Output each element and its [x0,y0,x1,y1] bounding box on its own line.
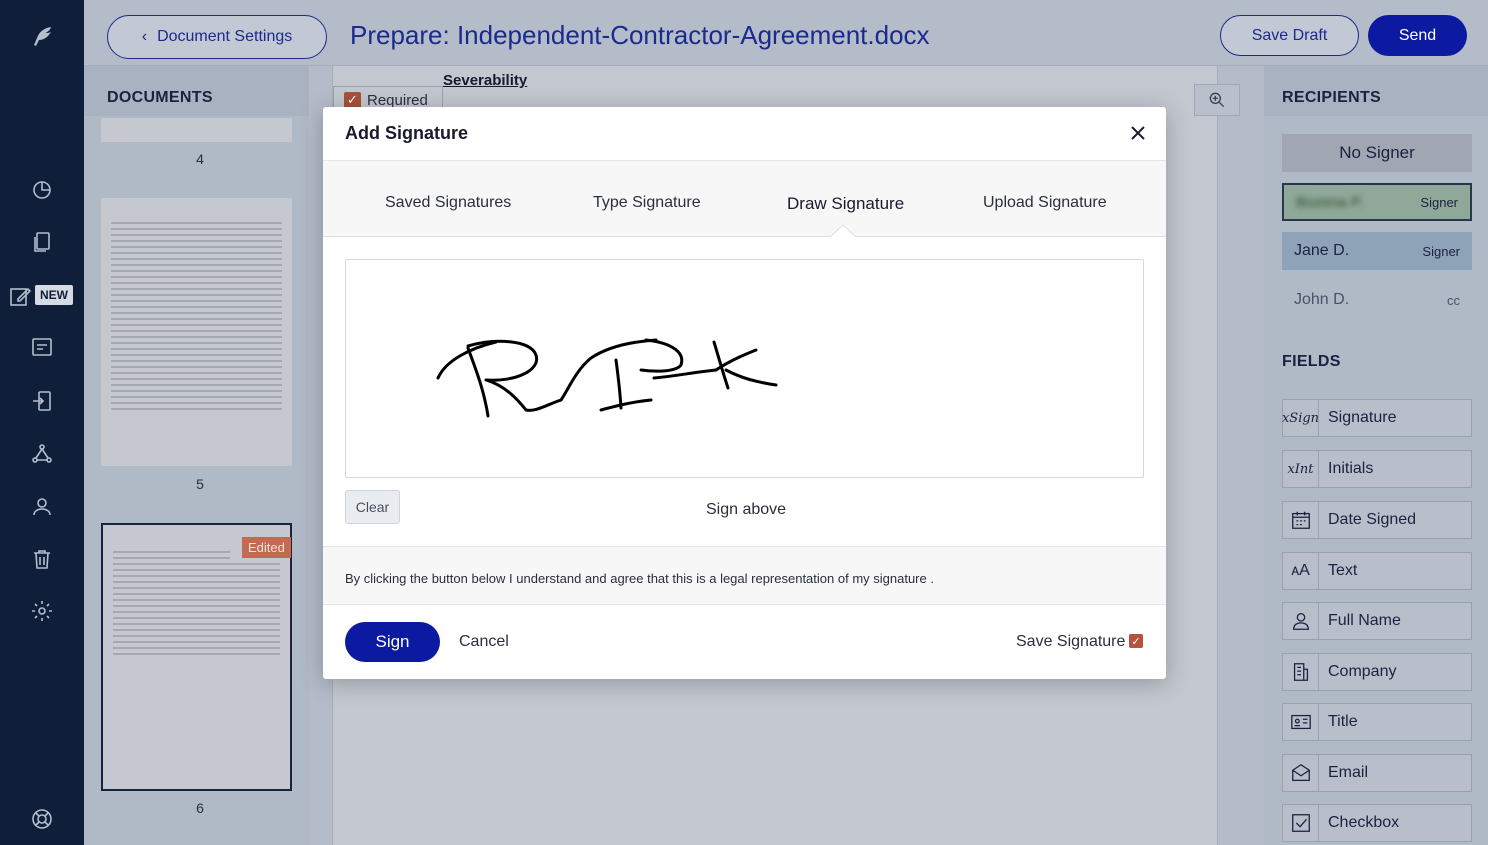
field-signature[interactable]: xSign Signature [1282,399,1472,437]
id-card-icon [1283,704,1319,740]
page-thumbnail-6[interactable]: Edited [101,523,292,791]
tab-upload-signature[interactable]: Upload Signature [983,194,1107,212]
page-title: Prepare: Independent-Contractor-Agreemen… [350,20,930,50]
field-checkbox[interactable]: Checkbox [1282,804,1472,842]
recipient-name: Bozena P. [1296,193,1364,211]
new-badge: NEW [35,285,73,305]
zoom-in-icon [1209,92,1225,108]
sign-button[interactable]: Sign [345,622,440,662]
building-icon [1283,654,1319,690]
modal-title: Add Signature [345,123,469,143]
add-signature-modal: Add Signature Saved Signatures Type Sign… [323,107,1166,679]
drawn-signature [436,338,778,418]
recipient-item[interactable]: Bozena P. Signer [1282,183,1472,221]
save-draft-button[interactable]: Save Draft [1220,15,1359,56]
recipient-item[interactable]: John D. cc [1282,281,1472,319]
legal-notice: By clicking the button below I understan… [323,546,1166,605]
clear-button[interactable]: Clear [345,490,400,524]
tab-draw-signature[interactable]: Draw Signature [787,194,904,214]
templates-icon[interactable] [28,333,56,361]
page-number: 4 [196,151,204,167]
recipient-name: John D. [1294,291,1350,308]
field-label: Checkbox [1328,814,1400,831]
contacts-icon[interactable] [28,493,56,521]
edited-badge: Edited [242,537,291,558]
trash-icon[interactable] [28,545,56,573]
document-settings-label: Document Settings [157,28,293,45]
send-button[interactable]: Send [1368,15,1467,56]
person-icon [1283,603,1319,639]
tab-saved-signatures[interactable]: Saved Signatures [385,194,511,212]
documents-icon[interactable] [28,228,56,256]
page-thumbnail-4[interactable] [101,118,292,142]
header: ‹ Document Settings Prepare: Independent… [84,0,1488,66]
close-icon [1131,126,1145,140]
field-text[interactable]: ᴀA Text [1282,552,1472,590]
field-email[interactable]: Email [1282,754,1472,792]
import-icon[interactable] [28,387,56,415]
documents-panel: DOCUMENTS 4 5 Edited 6 [84,66,309,845]
save-signature-checkbox[interactable]: ✓ [1129,634,1143,648]
envelope-icon [1283,755,1319,791]
no-signer-button[interactable]: No Signer [1282,134,1472,172]
documents-heading: DOCUMENTS [107,89,213,106]
save-signature-label: Save Signature [1016,633,1126,650]
pie-chart-icon[interactable] [28,175,56,203]
field-date-signed[interactable]: Date Signed [1282,501,1472,539]
field-label: Email [1328,764,1369,781]
feather-logo-icon[interactable] [28,22,56,50]
recipient-role: cc [1447,292,1460,308]
required-label: Required [367,91,428,109]
field-label: Company [1328,663,1397,680]
field-company[interactable]: Company [1282,653,1472,691]
fields-heading: FIELDS [1282,353,1341,370]
sign-above-hint: Sign above [706,501,787,518]
signature-tabs: Saved Signatures Type Signature Draw Sig… [323,161,1166,237]
field-label: Date Signed [1328,511,1417,528]
recipients-heading: RECIPIENTS [1282,89,1382,106]
chevron-left-icon: ‹ [141,28,148,45]
recipient-name: Jane D. [1294,242,1350,259]
cancel-button[interactable]: Cancel [459,633,509,651]
edit-icon[interactable] [6,282,34,310]
section-heading: Severability [443,72,528,89]
recipient-role: Signer [1420,194,1458,210]
calendar-icon [1283,502,1319,538]
zoom-in-button[interactable] [1194,84,1240,116]
nav-rail: NEW [0,0,84,845]
field-label: Text [1328,562,1358,579]
field-title[interactable]: Title [1282,703,1472,741]
right-panel: RECIPIENTS No Signer Bozena P. Signer Ja… [1264,66,1488,845]
field-full-name[interactable]: Full Name [1282,602,1472,640]
help-icon[interactable] [28,805,56,833]
checkbox-icon [1283,805,1319,841]
field-label: Full Name [1328,612,1401,629]
document-settings-button[interactable]: ‹ Document Settings [107,15,327,59]
signature-draw-canvas[interactable] [345,259,1144,478]
tab-type-signature[interactable]: Type Signature [593,194,701,212]
close-button[interactable] [1126,121,1150,145]
initials-icon: xInt [1283,451,1319,487]
field-label: Initials [1328,460,1374,477]
active-tab-caret [830,224,856,238]
field-initials[interactable]: xInt Initials [1282,450,1472,488]
checkmark-icon: ✓ [344,91,361,109]
field-label: Signature [1328,409,1397,426]
recipient-item[interactable]: Jane D. Signer [1282,232,1472,270]
page-number: 5 [196,476,204,492]
page-number: 6 [196,800,204,816]
recipient-role: Signer [1422,243,1460,259]
field-label: Title [1328,713,1358,730]
text-icon: ᴀA [1283,553,1319,589]
signature-icon: xSign [1282,400,1319,436]
page-thumbnail-5[interactable] [101,198,292,466]
workflow-icon[interactable] [28,440,56,468]
settings-icon[interactable] [28,597,56,625]
legal-text: By clicking the button below I understan… [345,571,934,586]
